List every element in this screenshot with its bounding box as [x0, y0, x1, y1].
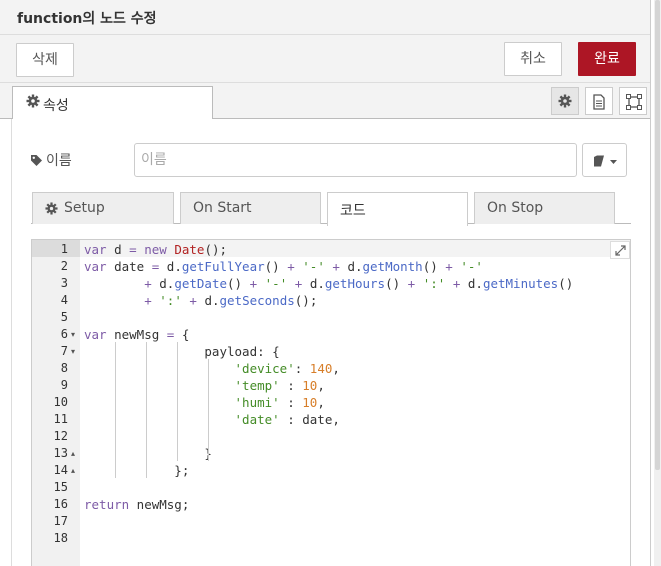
tab-properties[interactable]: 속성 [12, 86, 213, 120]
line-number: 1 [60, 242, 68, 256]
line-number: 13 [53, 446, 68, 460]
line-number: 8 [60, 361, 68, 375]
indent-guide [208, 359, 209, 461]
code-line[interactable]: }; [84, 462, 189, 479]
indent-guide [177, 342, 178, 461]
tab-on-stop[interactable]: On Stop [474, 192, 615, 224]
name-label-text: 이름 [46, 153, 72, 169]
function-tabs: Setup On Start 코드 On Stop [31, 191, 631, 226]
line-number: 5 [60, 310, 68, 324]
scrollbar-thumb[interactable] [655, 0, 660, 470]
name-label: 이름 [30, 150, 72, 170]
dialog-title: function의 노드 수정 [17, 11, 157, 27]
code-line[interactable]: } [84, 445, 212, 462]
line-number: 3 [60, 276, 68, 290]
line-number: 18 [53, 531, 68, 545]
code-line[interactable]: + ':' + d.getSeconds(); [84, 292, 317, 309]
done-button[interactable]: 완료 [578, 42, 636, 76]
gear-icon [558, 94, 572, 108]
tab-setup-label: Setup [64, 200, 105, 216]
frame-icon [626, 94, 642, 110]
code-line[interactable]: var newMsg = { [84, 326, 189, 343]
tab-on-start-label: On Start [193, 200, 252, 216]
delete-button[interactable]: 삭제 [16, 43, 74, 77]
line-number: 14 [53, 463, 68, 477]
tab-bar: 속성 [0, 83, 650, 120]
cancel-button[interactable]: 취소 [504, 42, 562, 76]
panel-divider [650, 0, 651, 566]
tab-setup[interactable]: Setup [32, 192, 174, 224]
tab-on-stop-label: On Stop [487, 200, 544, 216]
code-line[interactable]: 'humi' : 10, [84, 394, 325, 411]
code-line[interactable]: + d.getDate() + '-' + d.getHours() + ':'… [84, 275, 573, 292]
code-line[interactable]: return newMsg; [84, 496, 189, 513]
line-number: 17 [53, 514, 68, 528]
code-line[interactable]: 'temp' : 10, [84, 377, 325, 394]
tab-code[interactable]: 코드 [327, 192, 468, 226]
fold-down-icon[interactable]: ▾ [71, 343, 75, 360]
expand-icon [615, 245, 626, 256]
indent-guide [146, 342, 147, 478]
line-number: 9 [60, 378, 68, 392]
line-number: 2 [60, 259, 68, 273]
line-number: 7 [60, 344, 68, 358]
tab-code-label: 코드 [340, 203, 366, 219]
name-input[interactable] [134, 143, 577, 177]
code-line[interactable]: var d = new Date(); [84, 241, 227, 258]
gear-icon [26, 94, 40, 108]
code-line[interactable]: var date = d.getFullYear() + '-' + d.get… [84, 258, 483, 275]
document-icon [593, 94, 605, 110]
line-number: 4 [60, 293, 68, 307]
gear-icon [45, 202, 58, 215]
code-line[interactable]: payload: { [84, 343, 279, 360]
line-number: 11 [53, 412, 68, 426]
library-dropdown-button[interactable] [582, 143, 627, 177]
indent-guide [115, 342, 116, 478]
tab-on-start[interactable]: On Start [180, 192, 321, 224]
tag-icon [31, 155, 42, 166]
dialog-toolbar: 삭제 취소 완료 [0, 35, 650, 83]
line-number: 10 [53, 395, 68, 409]
code-line[interactable]: 'device': 140, [84, 360, 340, 377]
book-icon [594, 155, 617, 167]
tab-description[interactable] [585, 87, 613, 115]
fold-up-icon[interactable]: ▴ [71, 462, 75, 479]
code-line[interactable]: 'date' : date, [84, 411, 340, 428]
line-number: 12 [53, 429, 68, 443]
line-number: 16 [53, 497, 68, 511]
tab-properties-label: 속성 [43, 98, 69, 114]
tab-settings[interactable] [551, 87, 579, 115]
fold-down-icon[interactable]: ▾ [71, 326, 75, 343]
line-number: 15 [53, 480, 68, 494]
line-number: 6 [60, 327, 68, 341]
expand-editor-button[interactable] [610, 241, 630, 259]
fold-up-icon[interactable]: ▴ [71, 445, 75, 462]
code-editor[interactable]: 1 2 3 4 5 6 ▾ 7 ▾ 8 9 10 11 12 13 ▴ 14 ▴ 15 16 17 18 var d = … [31, 239, 631, 566]
tab-appearance[interactable] [619, 87, 647, 115]
dialog-header: function의 노드 수정 [0, 0, 650, 35]
